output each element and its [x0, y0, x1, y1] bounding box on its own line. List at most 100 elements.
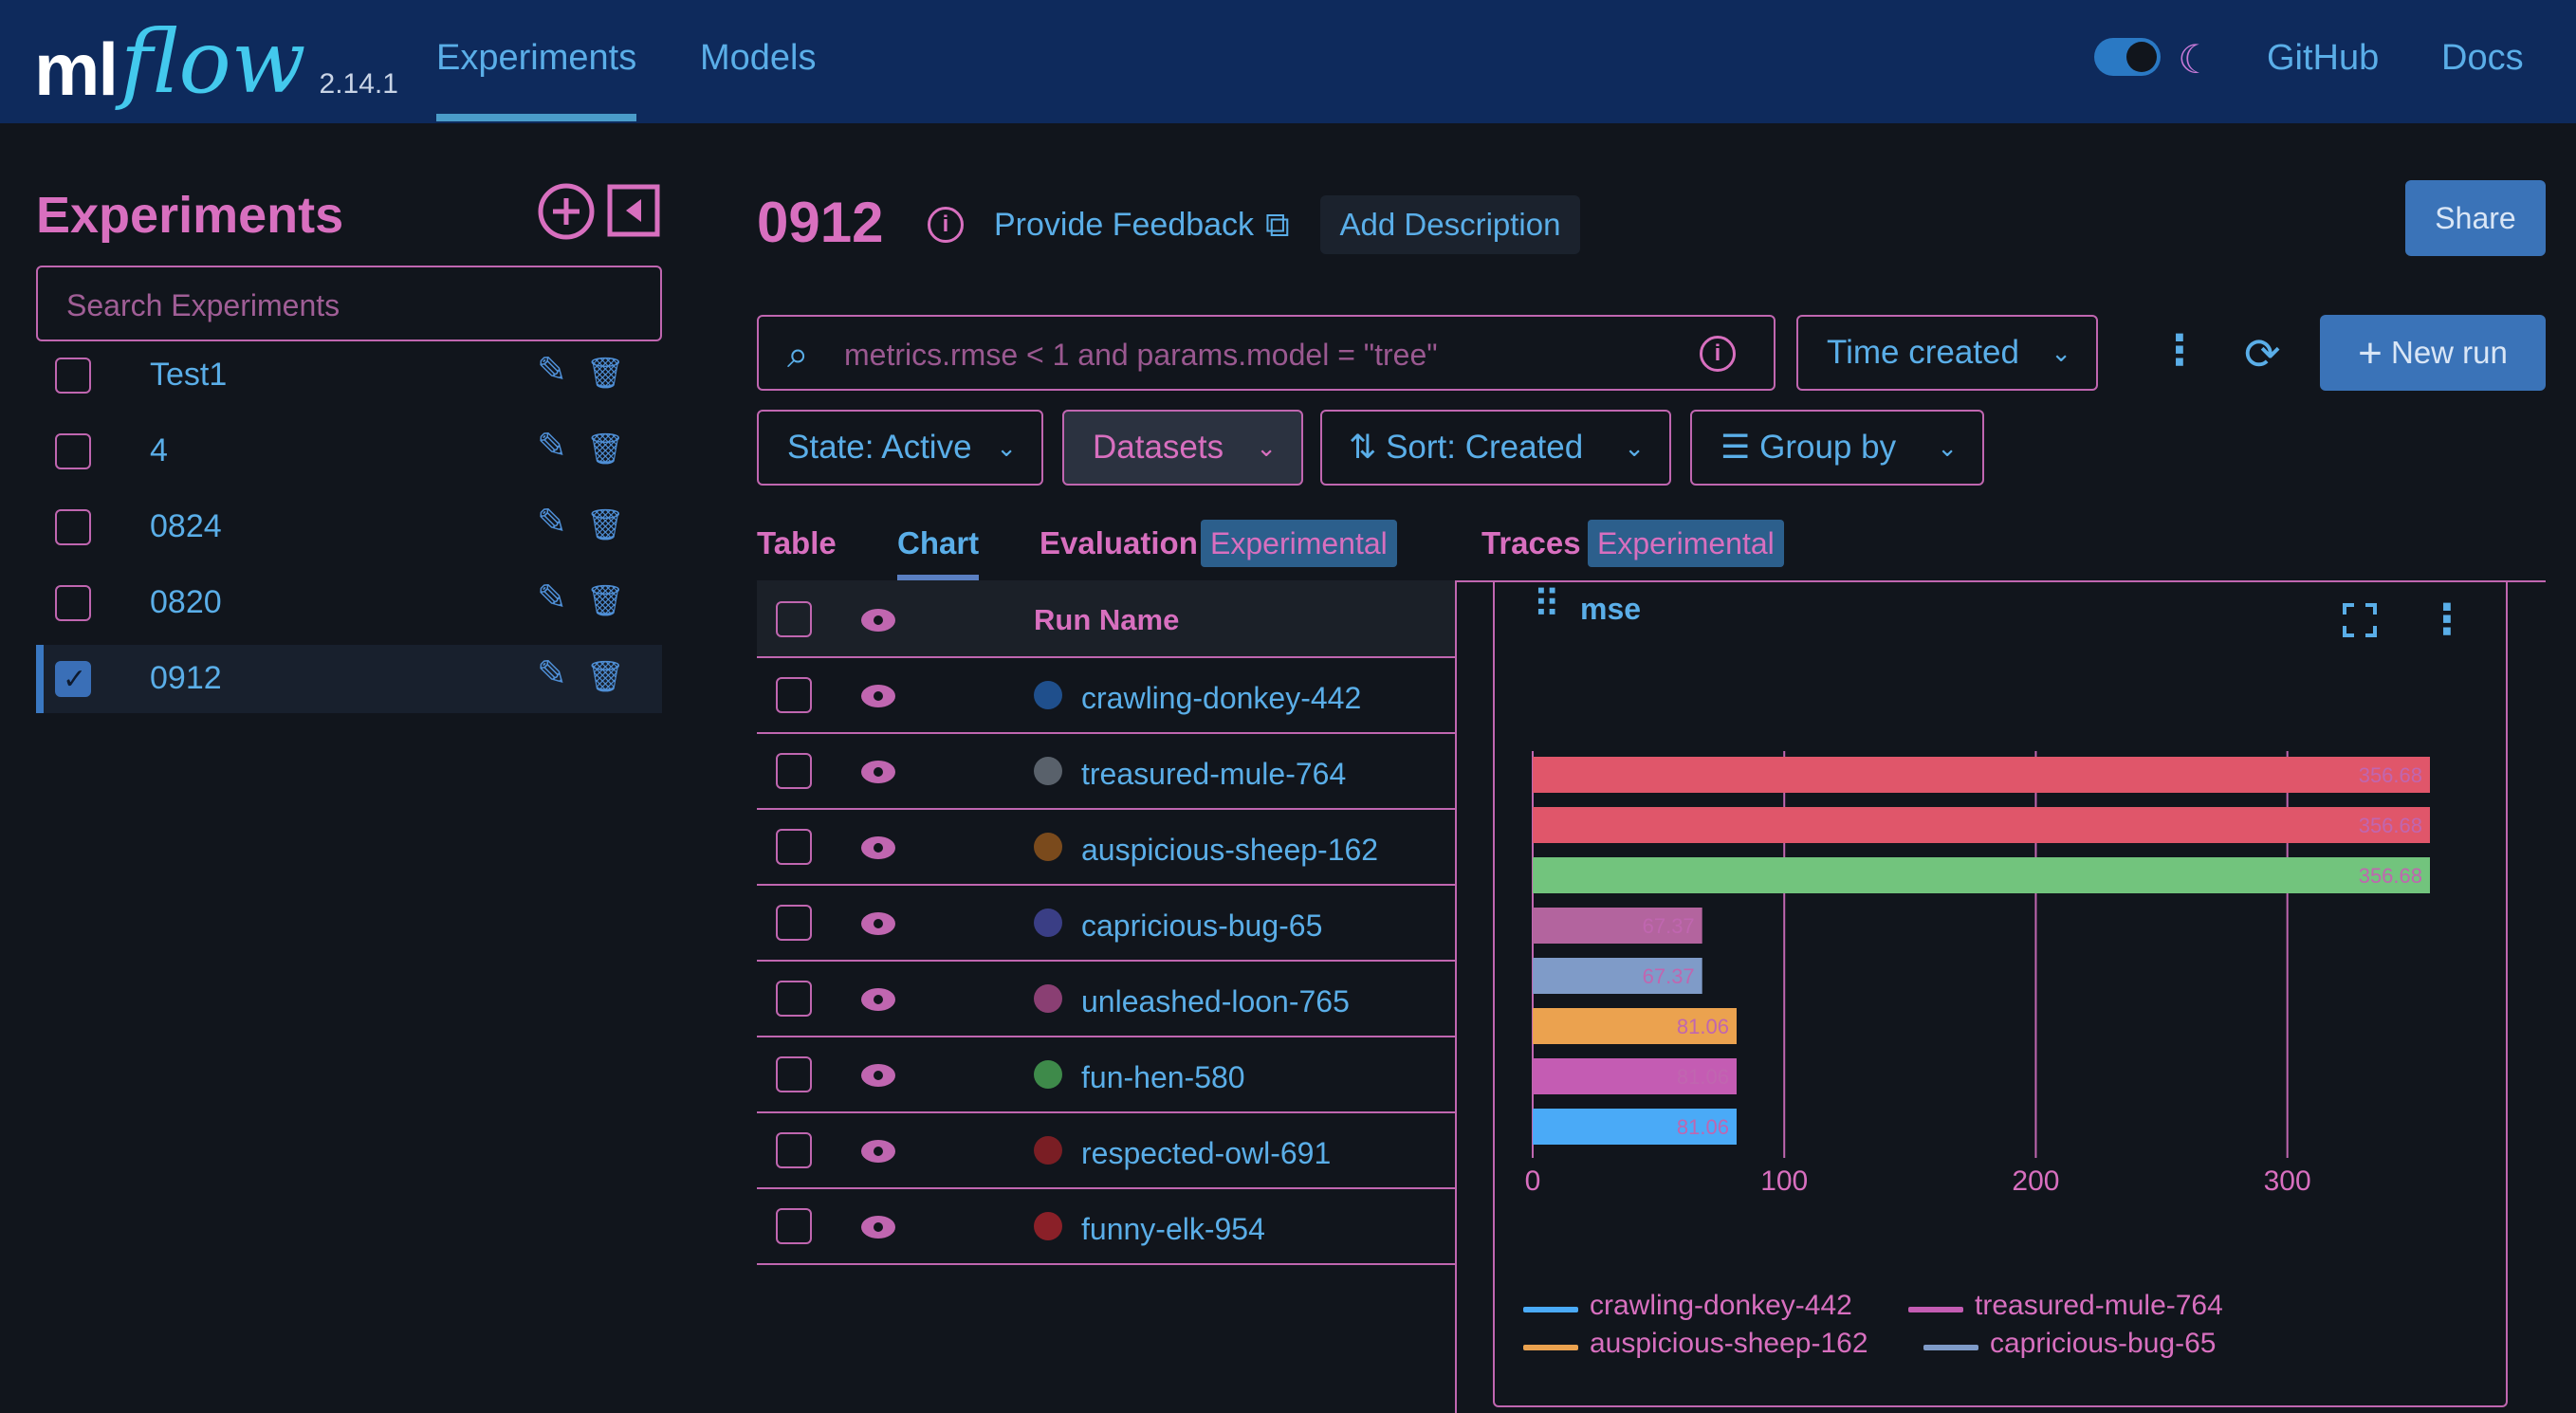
- legend-label[interactable]: auspicious-sheep-162: [1590, 1328, 1868, 1360]
- pencil-icon[interactable]: ✎: [537, 652, 567, 695]
- tab-evaluation[interactable]: Evaluation: [1040, 525, 1198, 561]
- refresh-icon[interactable]: ⟳: [2244, 328, 2281, 379]
- github-link[interactable]: GitHub: [2267, 38, 2379, 79]
- table-row[interactable]: capricious-bug-65: [757, 886, 1455, 962]
- run-name-link[interactable]: respected-owl-691: [1081, 1136, 1331, 1171]
- legend-label[interactable]: capricious-bug-65: [1990, 1328, 2216, 1360]
- search-experiments-input[interactable]: Search Experiments: [36, 266, 662, 341]
- legend-label[interactable]: crawling-donkey-442: [1590, 1290, 1852, 1322]
- table-row[interactable]: auspicious-sheep-162: [757, 810, 1455, 886]
- bar[interactable]: [1533, 807, 2430, 843]
- run-name-link[interactable]: capricious-bug-65: [1081, 908, 1322, 944]
- dark-mode-toggle[interactable]: [2094, 38, 2161, 76]
- experiment-item-test1[interactable]: Test1 ✎ 🗑: [36, 341, 662, 410]
- bar[interactable]: [1533, 857, 2430, 893]
- experiment-name[interactable]: Test1: [150, 357, 227, 394]
- select-all-checkbox[interactable]: [776, 601, 812, 637]
- eye-icon[interactable]: [861, 609, 895, 632]
- experiment-checkbox[interactable]: [55, 585, 91, 621]
- collapse-sidebar-icon[interactable]: [607, 184, 660, 242]
- info-icon[interactable]: i: [928, 207, 964, 243]
- external-link-icon[interactable]: ⧉: [1265, 205, 1290, 246]
- bar[interactable]: [1533, 757, 2430, 793]
- experiment-checkbox[interactable]: [55, 358, 91, 394]
- experiment-item-0824[interactable]: 0824 ✎ 🗑: [36, 493, 662, 561]
- table-row[interactable]: respected-owl-691: [757, 1113, 1455, 1189]
- share-button[interactable]: Share: [2405, 180, 2546, 256]
- chart-menu-icon[interactable]: ⋮: [2426, 596, 2468, 644]
- run-checkbox[interactable]: [776, 1056, 812, 1092]
- experiment-name[interactable]: 0820: [150, 584, 222, 621]
- run-search-input[interactable]: ⌕ metrics.rmse < 1 and params.model = "t…: [757, 315, 1776, 391]
- table-row[interactable]: crawling-donkey-442: [757, 658, 1455, 734]
- pencil-icon[interactable]: ✎: [537, 501, 567, 543]
- tab-chart[interactable]: Chart: [897, 525, 980, 580]
- experiment-checkbox[interactable]: [55, 661, 91, 697]
- datasets-select[interactable]: Datasets ⌄: [1062, 410, 1303, 486]
- experiment-item-4[interactable]: 4 ✎ 🗑: [36, 417, 662, 486]
- group-by-select[interactable]: ☰ Group by ⌄: [1690, 410, 1984, 486]
- logo-ml: ml: [34, 28, 119, 111]
- run-name-link[interactable]: auspicious-sheep-162: [1081, 833, 1378, 868]
- run-name-link[interactable]: funny-elk-954: [1081, 1212, 1265, 1247]
- experiment-item-0912[interactable]: 0912 ✎ 🗑: [36, 645, 662, 713]
- mlflow-logo[interactable]: ml flow 2.14.1: [34, 2, 398, 111]
- run-checkbox[interactable]: [776, 829, 812, 865]
- drag-handle-icon[interactable]: ⠿: [1533, 586, 1560, 624]
- run-name-link[interactable]: unleashed-loon-765: [1081, 984, 1350, 1019]
- create-experiment-icon[interactable]: [537, 182, 596, 246]
- more-options-icon[interactable]: ⋮: [2159, 326, 2200, 375]
- eye-icon[interactable]: [861, 1064, 895, 1087]
- provide-feedback-link[interactable]: Provide Feedback: [994, 207, 1254, 244]
- pencil-icon[interactable]: ✎: [537, 577, 567, 619]
- table-row[interactable]: treasured-mule-764: [757, 734, 1455, 810]
- experiment-name[interactable]: 0824: [150, 508, 222, 545]
- eye-icon[interactable]: [861, 685, 895, 707]
- run-name-link[interactable]: fun-hen-580: [1081, 1060, 1245, 1095]
- experiment-name[interactable]: 0912: [150, 660, 222, 697]
- experiment-checkbox[interactable]: [55, 433, 91, 469]
- fullscreen-icon[interactable]: [2343, 603, 2377, 637]
- table-row[interactable]: funny-elk-954: [757, 1189, 1455, 1265]
- pencil-icon[interactable]: ✎: [537, 425, 567, 468]
- nav-experiments[interactable]: Experiments: [436, 38, 637, 121]
- state-select[interactable]: State: Active ⌄: [757, 410, 1043, 486]
- trash-icon[interactable]: 🗑: [586, 506, 625, 542]
- experiment-name[interactable]: 4: [150, 432, 168, 469]
- time-created-select[interactable]: Time created ⌄: [1796, 315, 2098, 391]
- trash-icon[interactable]: 🗑: [586, 355, 625, 391]
- run-checkbox[interactable]: [776, 981, 812, 1017]
- docs-link[interactable]: Docs: [2441, 38, 2524, 79]
- table-row[interactable]: unleashed-loon-765: [757, 962, 1455, 1037]
- tab-table[interactable]: Table: [757, 525, 837, 561]
- experiment-checkbox[interactable]: [55, 509, 91, 545]
- run-color-dot: [1034, 833, 1062, 861]
- pencil-icon[interactable]: ✎: [537, 349, 567, 392]
- eye-icon[interactable]: [861, 1140, 895, 1163]
- run-checkbox[interactable]: [776, 1208, 812, 1244]
- table-row[interactable]: fun-hen-580: [757, 1037, 1455, 1113]
- add-description-button[interactable]: Add Description: [1320, 195, 1580, 254]
- eye-icon[interactable]: [861, 836, 895, 859]
- trash-icon[interactable]: 🗑: [586, 658, 625, 694]
- trash-icon[interactable]: 🗑: [586, 431, 625, 467]
- tab-traces[interactable]: Traces: [1481, 525, 1581, 561]
- run-checkbox[interactable]: [776, 677, 812, 713]
- run-checkbox[interactable]: [776, 905, 812, 941]
- legend-label[interactable]: treasured-mule-764: [1975, 1290, 2223, 1322]
- eye-icon[interactable]: [861, 761, 895, 783]
- sort-select[interactable]: ⇅ Sort: Created ⌄: [1320, 410, 1671, 486]
- eye-icon[interactable]: [861, 988, 895, 1011]
- run-name-link[interactable]: crawling-donkey-442: [1081, 681, 1361, 716]
- run-checkbox[interactable]: [776, 753, 812, 789]
- nav-models[interactable]: Models: [700, 38, 817, 79]
- trash-icon[interactable]: 🗑: [586, 582, 625, 618]
- run-name-link[interactable]: treasured-mule-764: [1081, 757, 1346, 792]
- eye-icon[interactable]: [861, 1216, 895, 1239]
- eye-icon[interactable]: [861, 912, 895, 935]
- run-name-header[interactable]: Run Name: [1034, 603, 1179, 637]
- info-icon[interactable]: i: [1700, 336, 1736, 372]
- run-checkbox[interactable]: [776, 1132, 812, 1168]
- experiment-item-0820[interactable]: 0820 ✎ 🗑: [36, 569, 662, 637]
- new-run-button[interactable]: + New run: [2320, 315, 2546, 391]
